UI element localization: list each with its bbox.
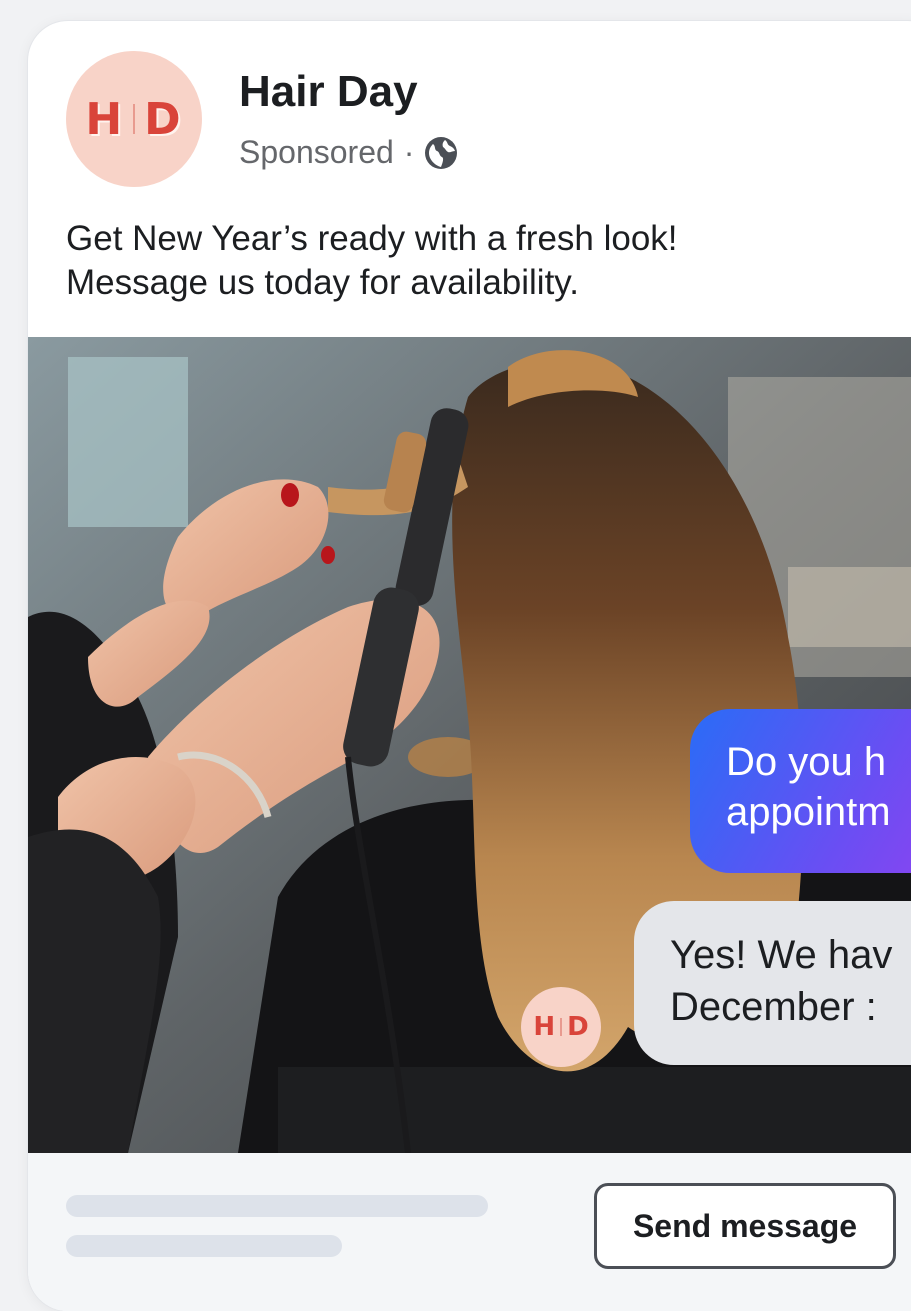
post-meta: Sponsored · (239, 134, 458, 171)
logo-letter-d: D (144, 93, 183, 145)
post-caption: Get New Year’s ready with a fresh look! … (66, 217, 896, 305)
ad-footer: Send message (28, 1153, 911, 1311)
incoming-message-bubble: Yes! We hav December : (634, 901, 911, 1065)
page-name[interactable]: Hair Day (239, 67, 418, 117)
logo-letter-h: H (533, 1012, 556, 1042)
meta-separator: · (403, 134, 415, 170)
message-text: Do you h (726, 740, 887, 784)
hair-day-logo: H D (85, 94, 182, 145)
globe-icon[interactable] (424, 136, 458, 170)
outgoing-message-bubble: Do you h appointm (690, 709, 911, 873)
placeholder-line (66, 1195, 488, 1217)
message-text: Yes! We hav (670, 933, 893, 977)
page-avatar[interactable]: H D (66, 51, 202, 187)
sponsored-label: Sponsored (239, 134, 394, 170)
logo-letter-h: H (85, 93, 125, 145)
hair-day-logo-small: H D (533, 1012, 588, 1042)
logo-divider (560, 1018, 563, 1036)
caption-line: Get New Year’s ready with a fresh look! (66, 219, 678, 258)
logo-divider (133, 104, 136, 134)
send-message-button[interactable]: Send message (594, 1183, 896, 1269)
logo-letter-d: D (567, 1012, 589, 1042)
message-text: appointm (726, 790, 891, 834)
message-text: December : (670, 985, 877, 1029)
sponsored-post-card: H D Hair Day Sponsored · Get New Year’s … (28, 21, 911, 1311)
caption-line: Message us today for availability. (66, 263, 579, 302)
reply-avatar: H D (521, 987, 601, 1067)
placeholder-line (66, 1235, 342, 1257)
